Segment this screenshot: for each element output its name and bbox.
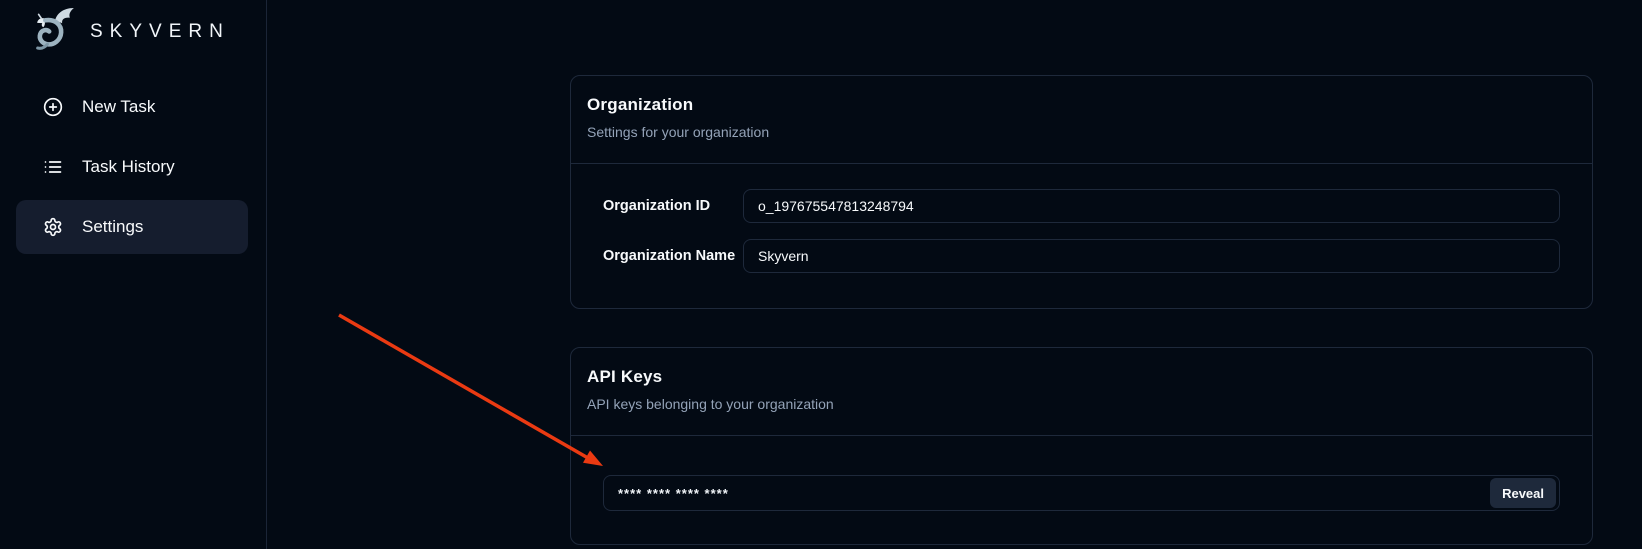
sidebar-nav: New Task Task History Settings xyxy=(0,80,266,254)
organization-card: Organization Settings for your organizat… xyxy=(570,75,1593,309)
list-icon xyxy=(43,157,63,177)
sidebar-item-new-task[interactable]: New Task xyxy=(16,80,248,134)
sidebar: SKYVERN New Task Task History Settings xyxy=(0,0,267,549)
organization-id-input[interactable] xyxy=(743,189,1560,223)
reveal-button[interactable]: Reveal xyxy=(1490,478,1556,508)
plus-circle-icon xyxy=(43,97,63,117)
card-subtitle: API keys belonging to your organization xyxy=(587,394,1576,414)
organization-id-label: Organization ID xyxy=(603,198,743,214)
card-subtitle: Settings for your organization xyxy=(587,122,1576,142)
organization-card-header: Organization Settings for your organizat… xyxy=(571,76,1592,164)
api-keys-card-body: Reveal xyxy=(571,436,1592,544)
sidebar-item-label: New Task xyxy=(82,97,155,117)
main-area: Organization Settings for your organizat… xyxy=(267,0,1642,549)
organization-id-row: Organization ID xyxy=(603,189,1560,223)
sidebar-item-label: Settings xyxy=(82,217,143,237)
card-title: API Keys xyxy=(587,367,1576,386)
api-keys-card-header: API Keys API keys belonging to your orga… xyxy=(571,348,1592,436)
api-key-field-wrap: Reveal xyxy=(603,475,1560,511)
organization-card-body: Organization ID Organization Name xyxy=(571,164,1592,308)
organization-name-input[interactable] xyxy=(743,239,1560,273)
brand-name: SKYVERN xyxy=(90,21,230,43)
gear-icon xyxy=(43,217,63,237)
organization-name-row: Organization Name xyxy=(603,239,1560,273)
api-keys-card: API Keys API keys belonging to your orga… xyxy=(570,347,1593,545)
brand-header: SKYVERN xyxy=(0,0,266,58)
card-title: Organization xyxy=(587,95,1576,114)
sidebar-item-label: Task History xyxy=(82,157,175,177)
settings-page: Organization Settings for your organizat… xyxy=(570,75,1593,545)
api-key-masked-input[interactable] xyxy=(603,475,1560,511)
organization-name-label: Organization Name xyxy=(603,248,743,264)
skyvern-dragon-logo xyxy=(28,5,81,58)
sidebar-item-task-history[interactable]: Task History xyxy=(16,140,248,194)
sidebar-item-settings[interactable]: Settings xyxy=(16,200,248,254)
